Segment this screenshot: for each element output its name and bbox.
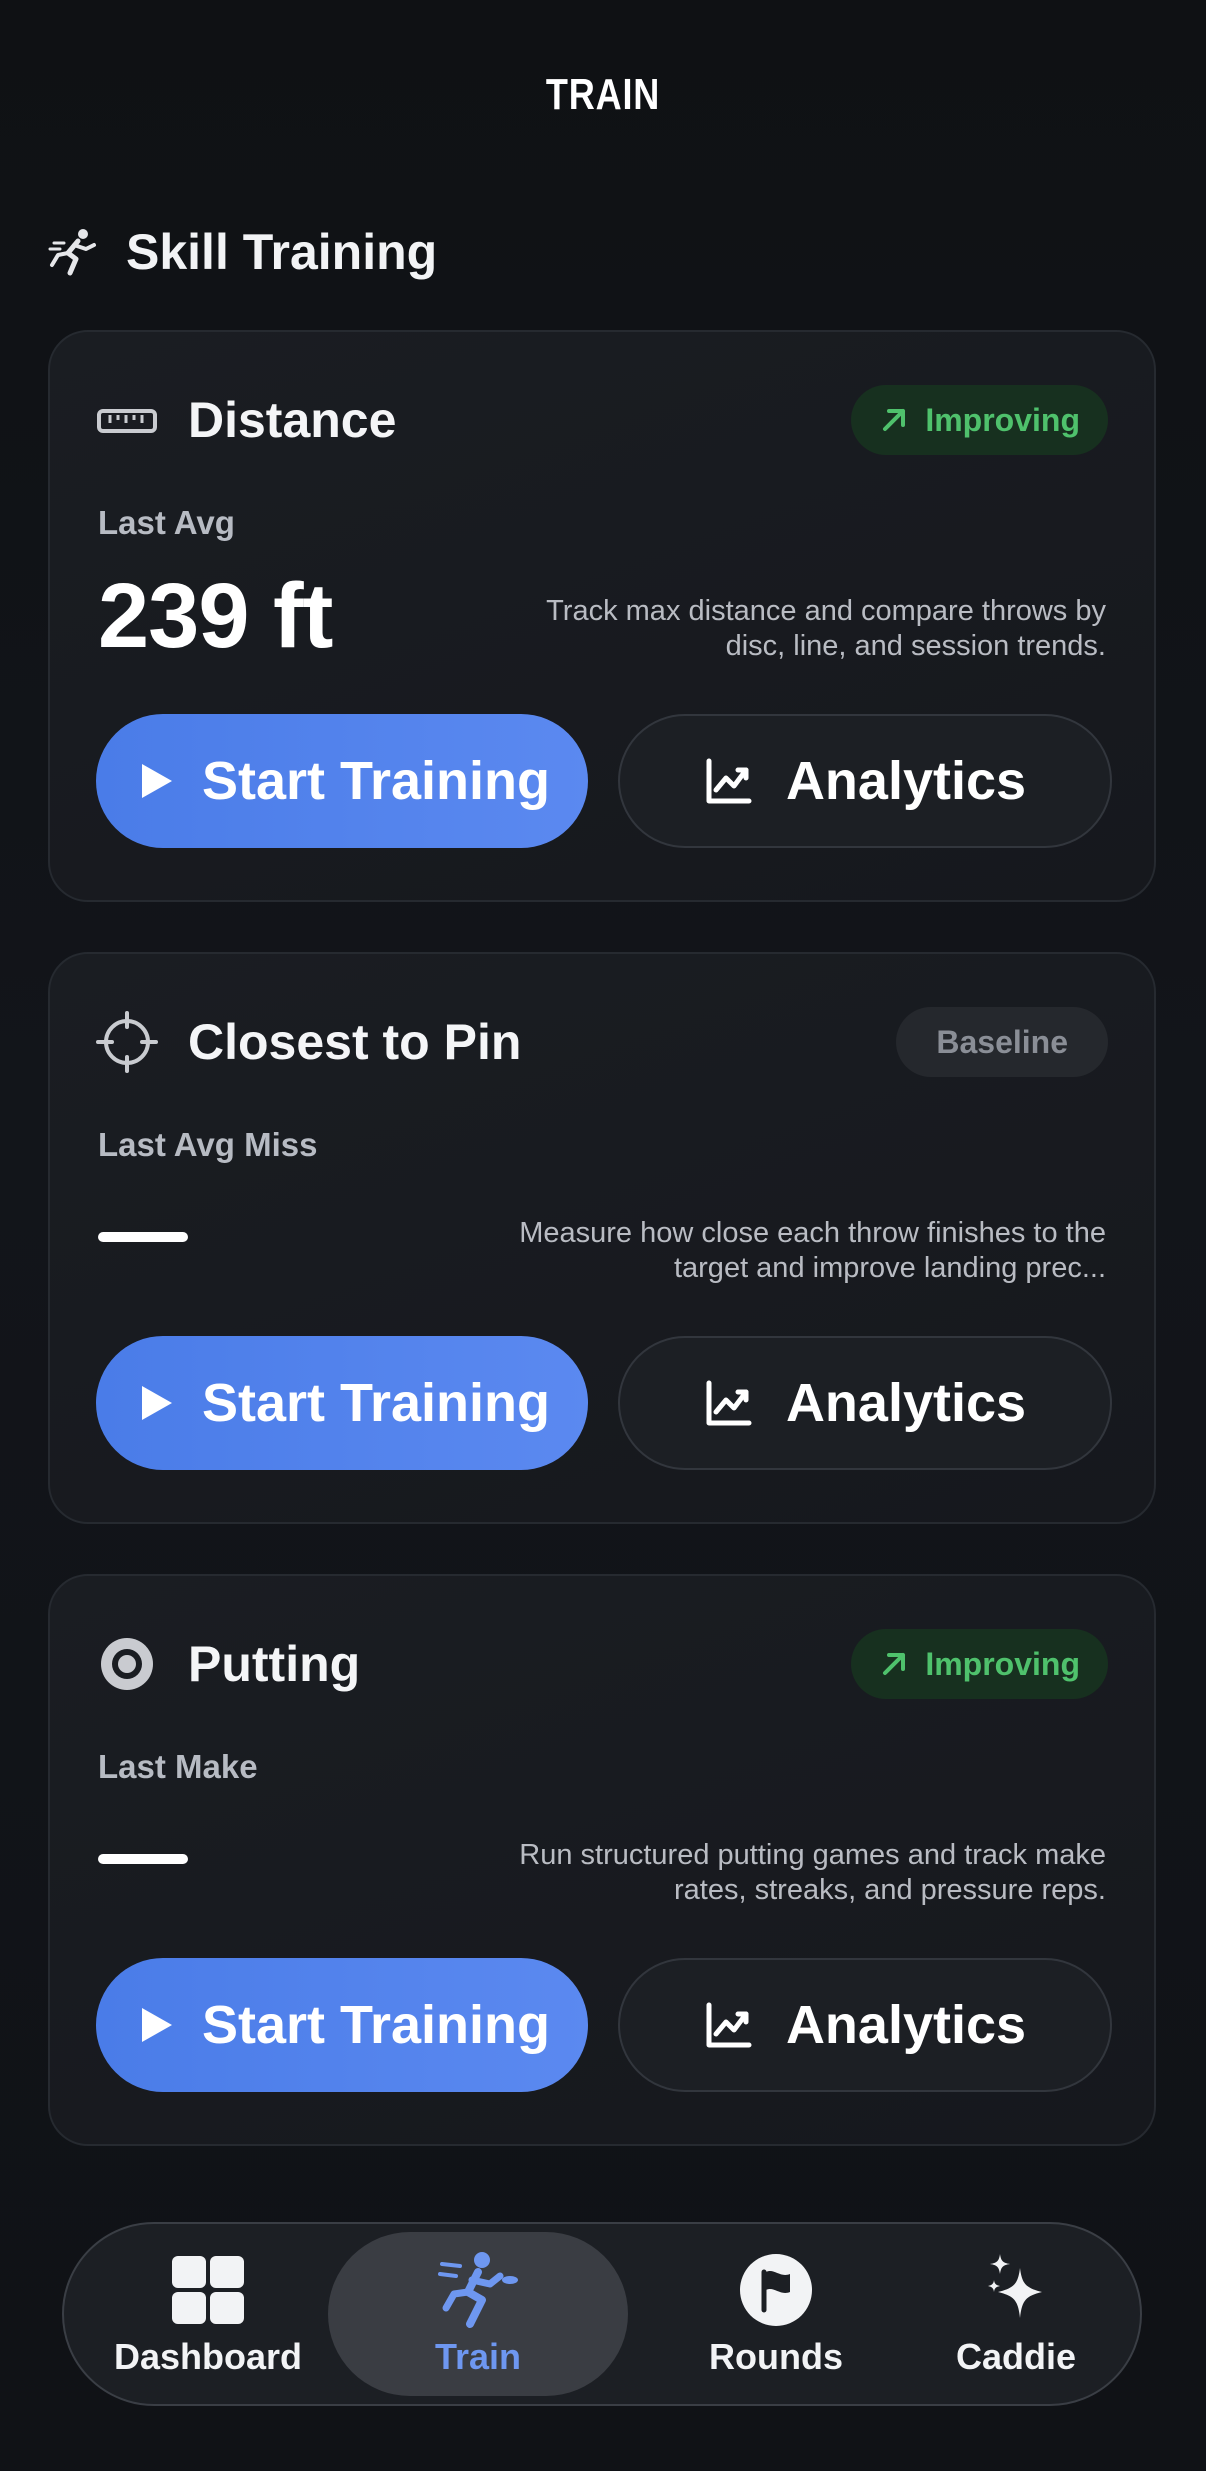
page-title: TRAIN [545, 70, 661, 119]
analytics-label: Analytics [785, 1373, 1027, 1433]
play-icon [141, 2008, 172, 2042]
start-training-button[interactable]: Start Training [96, 1336, 588, 1470]
target-icon [96, 1633, 158, 1695]
analytics-label: Analytics [785, 1995, 1027, 2055]
status-badge: Improving [851, 1629, 1108, 1699]
metric-value: 239 ft [98, 565, 333, 667]
sparkle-icon [988, 2254, 1042, 2318]
play-icon [141, 1386, 172, 1420]
metric-label: Last Avg [98, 504, 235, 541]
card-description: Run structured putting games and track m… [519, 1839, 1106, 1906]
closest-to-pin-card: Closest to Pin Baseline Last Avg Miss Me… [48, 952, 1156, 1524]
analytics-button[interactable]: Analytics [618, 1958, 1112, 2092]
grid-icon [172, 2256, 244, 2324]
arrow-up-right-icon [883, 1653, 906, 1675]
start-training-button[interactable]: Start Training [96, 714, 588, 848]
train-screen: TRAIN Skill Training Distance Improving … [0, 0, 1206, 2471]
metric-empty-placeholder [98, 1854, 188, 1864]
card-title: Putting [188, 1636, 361, 1692]
badge-label: Baseline [936, 1023, 1068, 1060]
section-header: Skill Training [48, 222, 437, 282]
tab-label: Caddie [955, 2336, 1077, 2377]
badge-label: Improving [925, 401, 1080, 438]
card-header: Closest to Pin Baseline [96, 1006, 1108, 1078]
putting-card: Putting Improving Last Make Run structur… [48, 1574, 1156, 2146]
metric-empty-placeholder [98, 1232, 188, 1242]
card-title: Distance [188, 392, 397, 448]
tab-rounds[interactable]: Rounds [646, 2232, 906, 2396]
start-training-label: Start Training [201, 1995, 551, 2055]
tab-train[interactable]: Train [328, 2232, 628, 2396]
tab-bar: Dashboard Train Rounds Caddie [62, 2222, 1142, 2406]
metric-label: Last Avg Miss [98, 1126, 318, 1163]
analytics-button[interactable]: Analytics [618, 714, 1112, 848]
card-header: Distance Improving [96, 384, 1108, 456]
runner-icon [48, 229, 96, 276]
start-training-button[interactable]: Start Training [96, 1958, 588, 2092]
play-icon [141, 764, 172, 798]
metric-label: Last Make [98, 1748, 258, 1785]
analytics-button[interactable]: Analytics [618, 1336, 1112, 1470]
chart-line-icon [706, 1380, 752, 1426]
status-badge: Improving [851, 385, 1108, 455]
card-description: Track max distance and compare throws by… [546, 595, 1106, 662]
chart-line-icon [706, 758, 752, 804]
card-title: Closest to Pin [188, 1014, 522, 1070]
tab-caddie[interactable]: Caddie [896, 2232, 1136, 2396]
ruler-icon [96, 389, 158, 451]
tab-dashboard[interactable]: Dashboard [78, 2232, 338, 2396]
start-training-label: Start Training [201, 751, 551, 811]
tab-label: Rounds [709, 2336, 843, 2377]
chart-line-icon [706, 2002, 752, 2048]
badge-label: Improving [925, 1645, 1080, 1682]
arrow-up-right-icon [883, 409, 906, 431]
flag-icon [740, 2254, 812, 2326]
crosshair-icon [96, 1011, 158, 1073]
start-training-label: Start Training [201, 1373, 551, 1433]
tab-label: Dashboard [113, 2336, 303, 2377]
card-description: Measure how close each throw finishes to… [519, 1217, 1106, 1284]
status-badge: Baseline [896, 1007, 1108, 1077]
distance-card: Distance Improving Last Avg 239 ft Track… [48, 330, 1156, 902]
card-header: Putting Improving [96, 1628, 1108, 1700]
runner-icon [438, 2252, 518, 2328]
tab-label: Train [434, 2336, 522, 2377]
analytics-label: Analytics [785, 751, 1027, 811]
section-title: Skill Training [126, 224, 438, 280]
